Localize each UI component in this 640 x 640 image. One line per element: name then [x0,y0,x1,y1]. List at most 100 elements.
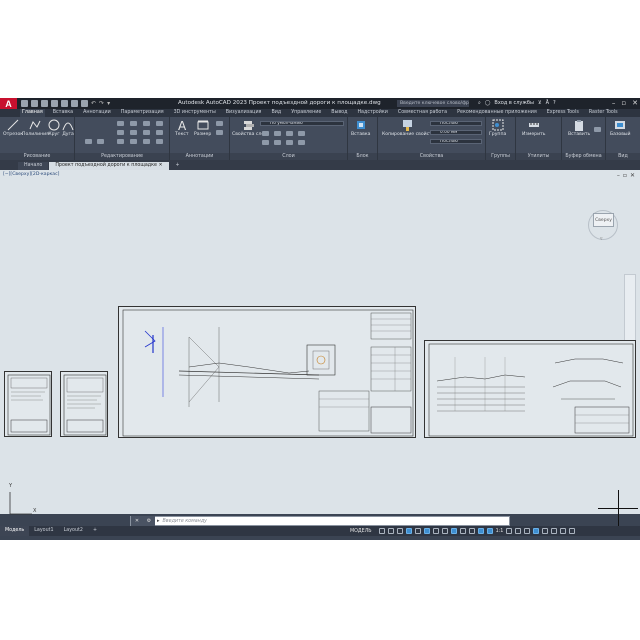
customization-icon[interactable] [569,528,576,534]
layer-lock-icon[interactable] [298,131,305,136]
layer-isolate-icon[interactable] [274,131,281,136]
text-tool[interactable]: A Текст [175,119,189,137]
lineweight-icon[interactable] [441,528,448,534]
osnap-icon[interactable] [423,528,430,534]
navcube[interactable]: Сверху [593,213,614,227]
autoscale-icon[interactable] [486,528,493,534]
open-icon[interactable] [31,100,38,107]
infer-icon[interactable] [396,528,403,534]
rectangle-icon[interactable] [97,139,104,144]
command-line[interactable]: ✕ ⚙ ▸ Введите команду [130,516,510,526]
stretch-icon[interactable] [117,139,124,144]
rotate-icon[interactable] [130,121,137,126]
leader-icon[interactable] [216,121,223,126]
ribbon-tab-12[interactable]: Express Tools [545,109,581,117]
tab-start[interactable]: Начало [18,162,49,170]
copy-icon[interactable] [117,130,124,135]
profile-sheet[interactable] [424,340,636,438]
ribbon-tab-0[interactable]: Главная [20,109,45,117]
maximize-icon[interactable]: ▫ [621,99,626,107]
selection-cycling-icon[interactable] [459,528,466,534]
close-icon[interactable]: ✕ [632,99,638,107]
ribbon-tab-2[interactable]: Аннотации [81,109,113,117]
command-input[interactable]: Введите команду [160,519,207,524]
layer-thaw-icon[interactable] [298,140,305,145]
color-dropdown[interactable]: ПоСлою [430,121,482,126]
utilities-panel-label[interactable]: Утилиты [516,153,561,160]
sign-in-button[interactable]: Вход в службы [494,100,533,106]
mirror-icon[interactable] [130,130,137,135]
qat-dropdown-icon[interactable]: ▾ [107,100,110,107]
save-as-icon[interactable] [51,100,58,107]
ribbon-tab-4[interactable]: 3D инструменты [172,109,218,117]
drawing-sheet-2[interactable] [60,371,108,437]
minimize-icon[interactable]: – [612,99,616,107]
hatch-icon[interactable] [85,139,92,144]
line-tool[interactable]: Отрезок [3,119,23,137]
fillet-icon[interactable] [143,130,150,135]
properties-panel-label[interactable]: Свойства [378,153,485,160]
erase-icon[interactable] [156,121,163,126]
web-open-icon[interactable] [61,100,68,107]
ribbon-tab-5[interactable]: Визуализация [224,109,264,117]
plot-icon[interactable] [81,100,88,107]
table-icon[interactable] [216,130,223,135]
grid-icon[interactable] [378,528,385,534]
clipboard-panel-label[interactable]: Буфер обмена [562,153,605,160]
offset-icon[interactable] [156,139,163,144]
snap-icon[interactable] [387,528,394,534]
scale-icon[interactable] [130,139,137,144]
match-properties-tool[interactable]: Копирование свойств [382,119,435,137]
move-icon[interactable] [117,121,124,126]
user-icon[interactable]: ◯ [485,100,491,106]
layer-dropdown[interactable]: По умолчанию [260,121,344,126]
add-layout-button[interactable]: + [88,526,102,536]
lineweight-dropdown[interactable]: 0.00 мм [430,130,482,135]
cart-icon[interactable]: ⊻ [538,100,542,106]
layer-unisolate-icon[interactable] [286,140,293,145]
autodesk-app-icon[interactable]: Å [546,100,549,106]
workspace-gear-icon[interactable] [506,528,513,534]
plus-icon[interactable] [515,528,522,534]
help-icon[interactable]: ? [553,100,556,106]
polyline-tool[interactable]: Полилиния [22,119,49,137]
viewport-close-icon[interactable]: ✕ [630,172,635,179]
ribbon-tab-6[interactable]: Вид [269,109,283,117]
save-icon[interactable] [41,100,48,107]
arc-tool[interactable]: Дуга [62,119,74,137]
explode-icon[interactable] [156,130,163,135]
block-panel-label[interactable]: Блок [348,153,377,160]
array-icon[interactable] [143,139,150,144]
ribbon-tab-13[interactable]: Raster Tools [587,109,620,117]
layout-tab-model[interactable]: Модель [0,526,30,536]
transparency-icon[interactable] [450,528,457,534]
view-panel-label[interactable]: Вид [606,153,640,160]
ribbon-tab-11[interactable]: Рекомендованные приложения [455,109,539,117]
viewport-minimize-icon[interactable]: – [617,172,620,179]
binoculars-icon[interactable]: ⌕ [478,100,481,106]
ribbon-tab-8[interactable]: Вывод [329,109,349,117]
polar-icon[interactable] [414,528,421,534]
ortho-icon[interactable] [405,528,412,534]
circle-tool[interactable]: Круг [48,119,60,137]
undo-icon[interactable]: ↶ [91,100,96,107]
hardware-acceleration-icon[interactable] [551,528,558,534]
groups-panel-label[interactable]: Группы [486,153,515,160]
new-icon[interactable] [21,100,28,107]
command-close-icon[interactable]: ✕ [135,518,139,524]
quick-properties-icon[interactable] [533,528,540,534]
new-tab-button[interactable]: + [170,162,186,170]
measure-tool[interactable]: Измерить [522,119,545,137]
dimension-tool[interactable]: Размер [194,119,211,137]
trim-icon[interactable] [143,121,150,126]
draw-panel-label[interactable]: Рисование [0,153,74,160]
units-icon[interactable] [524,528,531,534]
linetype-dropdown[interactable]: ПоСлою [430,139,482,144]
layers-panel-label[interactable]: Слои [230,153,347,160]
layer-off-icon[interactable] [262,131,269,136]
layout-tab-layout1[interactable]: Layout1 [29,526,58,536]
autocad-logo-button[interactable]: A [0,98,17,109]
layout-tab-layout2[interactable]: Layout2 [59,526,88,536]
ribbon-tab-9[interactable]: Надстройки [355,109,389,117]
ribbon-tab-1[interactable]: Вставка [51,109,75,117]
